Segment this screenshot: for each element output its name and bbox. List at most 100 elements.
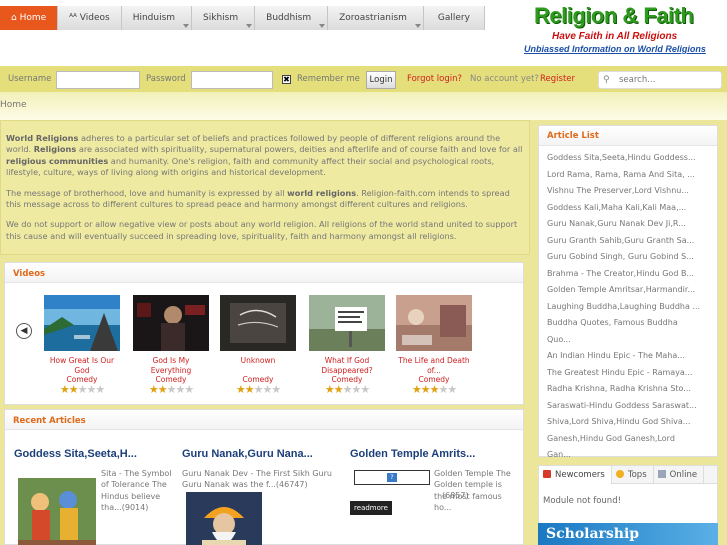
nav-home[interactable]: ⌂ Home — [0, 6, 59, 30]
star-filled-icon[interactable]: ★ — [245, 383, 255, 396]
nav-videos-label: Videos — [79, 13, 110, 23]
star-filled-icon[interactable]: ★ — [60, 383, 70, 396]
article-list-item[interactable]: Vishnu The Preserver,Lord Vishnu... — [539, 183, 717, 200]
video-item[interactable]: God Is My Everything Comedy ★★★★★ — [133, 295, 209, 395]
article-thumbnail[interactable] — [18, 478, 96, 545]
login-button[interactable]: Login — [366, 71, 396, 89]
article-list-item[interactable]: Ganesh,Hindu God Ganesh,Lord — [539, 431, 717, 448]
star-empty-icon[interactable]: ★ — [184, 383, 194, 396]
star-filled-icon[interactable]: ★ — [69, 383, 79, 396]
video-thumbnail[interactable] — [44, 295, 120, 351]
username-input[interactable] — [56, 71, 140, 89]
star-empty-icon[interactable]: ★ — [262, 383, 272, 396]
nav-buddhism[interactable]: Buddhism — [255, 6, 329, 30]
article-list-item[interactable]: The Greatest Hindu Epic - Ramaya... — [539, 365, 717, 382]
article-summary: Sita - The Symbol of Tolerance The Hindu… — [14, 468, 179, 545]
article-list-item[interactable]: Lord Rama, Rama, Rama And Sita, ... — [539, 167, 717, 184]
intro-link-religious-communities[interactable]: religious communities — [6, 156, 108, 166]
video-title[interactable]: The Life and Death of... — [396, 356, 472, 375]
nav-home-label: Home — [19, 13, 47, 23]
star-filled-icon[interactable]: ★ — [334, 383, 344, 396]
nav-zoroastrianism[interactable]: Zoroastrianism — [328, 6, 424, 30]
tab-online[interactable]: Online — [654, 466, 705, 484]
trophy-icon — [615, 470, 624, 478]
tab-content: Module not found! — [543, 496, 622, 506]
nav-gallery[interactable]: Gallery — [423, 6, 485, 30]
video-thumbnail[interactable] — [396, 295, 472, 351]
readmore-button[interactable]: readmore — [350, 501, 392, 515]
video-thumbnail[interactable] — [133, 295, 209, 351]
article-list-item[interactable]: Brahma - The Creator,Hindu God B... — [539, 266, 717, 283]
register-link[interactable]: Register — [540, 74, 575, 84]
video-item[interactable]: Unknown Comedy ★★★★★ — [220, 295, 296, 395]
star-empty-icon[interactable]: ★ — [447, 383, 457, 396]
breadcrumb[interactable]: Home — [0, 100, 27, 110]
article-list-item[interactable]: Guru Granth Sahib,Guru Granth Sa... — [539, 233, 717, 250]
article-list: Goddess Sita,Seeta,Hindu Goddess... Lord … — [539, 146, 717, 480]
article-list-item[interactable]: Gan... — [539, 447, 717, 464]
video-title[interactable]: God Is My Everything — [133, 356, 209, 375]
video-item[interactable]: How Great Is Our God Comedy ★★★★★ — [44, 295, 120, 395]
article-list-item[interactable]: Laughing Buddha,Laughing Buddha ... — [539, 299, 717, 316]
intro-text: World Religions adheres to a particular … — [0, 120, 530, 255]
star-filled-icon[interactable]: ★ — [149, 383, 159, 396]
password-input[interactable] — [191, 71, 273, 89]
forgot-login-link[interactable]: Forgot login? — [407, 74, 462, 84]
article-thumbnail[interactable] — [186, 492, 262, 545]
star-filled-icon[interactable]: ★ — [236, 383, 246, 396]
intro-link-religions[interactable]: Religions — [34, 144, 76, 154]
article-list-item[interactable]: Golden Temple Amritsar,Harmandir... — [539, 282, 717, 299]
star-empty-icon[interactable]: ★ — [175, 383, 185, 396]
star-empty-icon[interactable]: ★ — [438, 383, 448, 396]
star-empty-icon[interactable]: ★ — [271, 383, 281, 396]
article-list-item[interactable]: Quo... — [539, 332, 717, 349]
tab-newcomers[interactable]: Newcomers — [539, 466, 612, 484]
article-list-item[interactable]: An Indian Hindu Epic - The Maha... — [539, 348, 717, 365]
login-bar: Username Password ✖ Remember me Login Fo… — [0, 66, 727, 92]
article-list-item[interactable]: Guru Gobind Singh, Guru Gobind S... — [539, 249, 717, 266]
search-box[interactable]: ⚲ search... — [598, 71, 722, 89]
article-title-link[interactable]: Golden Temple Amrits... — [350, 448, 515, 460]
nav-buddhism-label: Buddhism — [266, 13, 312, 23]
nav-sikhism[interactable]: Sikhism — [192, 6, 256, 30]
search-input[interactable]: search... — [619, 75, 655, 85]
video-title[interactable]: How Great Is Our God — [44, 356, 120, 375]
dropdown-arrow-icon — [319, 24, 326, 28]
star-filled-icon[interactable]: ★ — [421, 383, 431, 396]
video-thumbnail[interactable] — [309, 295, 385, 351]
carousel-prev-button[interactable]: ◀ — [16, 323, 32, 339]
article-list-item[interactable]: Saraswati-Hindu Goddess Saraswat... — [539, 398, 717, 415]
star-empty-icon[interactable]: ★ — [86, 383, 96, 396]
site-logo[interactable]: Religion & Faith Have Faith in All Relig… — [524, 3, 724, 59]
article-list-item[interactable]: Buddha Quotes, Famous Buddha — [539, 315, 717, 332]
nav-videos[interactable]: ᴬᴬ Videos — [58, 6, 122, 30]
star-filled-icon[interactable]: ★ — [325, 383, 335, 396]
article-list-item[interactable]: Guru Nanak,Guru Nanak Dev Ji,R... — [539, 216, 717, 233]
star-filled-icon[interactable]: ★ — [158, 383, 168, 396]
article-list-item[interactable]: Shiva,Lord Shiva,Hindu God Shiva... — [539, 414, 717, 431]
star-empty-icon[interactable]: ★ — [360, 383, 370, 396]
article-title-link[interactable]: Goddess Sita,Seeta,H... — [14, 448, 179, 460]
video-title[interactable]: What If God Disappeared? — [309, 356, 385, 375]
article-list-item[interactable]: Goddess Sita,Seeta,Hindu Goddess... — [539, 150, 717, 167]
star-filled-icon[interactable]: ★ — [412, 383, 422, 396]
star-empty-icon[interactable]: ★ — [95, 383, 105, 396]
recent-articles-panel: Recent Articles Goddess Sita,Seeta,H... … — [4, 409, 524, 545]
intro-link-world-religions-2[interactable]: world religions — [287, 188, 356, 198]
video-thumbnail[interactable] — [220, 295, 296, 351]
nav-hinduism[interactable]: Hinduism — [121, 6, 193, 30]
scholarship-banner[interactable]: Scholarship — [538, 523, 718, 545]
home-icon: ⌂ — [11, 13, 20, 23]
star-empty-icon[interactable]: ★ — [351, 383, 361, 396]
article-list-item[interactable]: Goddess Kali,Maha Kali,Kali Maa,... — [539, 200, 717, 217]
article-summary: Guru Nanak Dev - The First Sikh Guru Gur… — [182, 468, 347, 491]
tab-tops[interactable]: Tops — [612, 466, 654, 484]
remember-checkbox[interactable]: ✖ — [282, 75, 291, 84]
intro-link-world-religions[interactable]: World Religions — [6, 133, 78, 143]
video-title[interactable]: Unknown — [220, 356, 296, 375]
video-item[interactable]: The Life and Death of... Comedy ★★★★★ — [396, 295, 472, 395]
video-item[interactable]: What If God Disappeared? Comedy ★★★★★ — [309, 295, 385, 395]
article-list-item[interactable]: Radha Krishna, Radha Krishna Sto... — [539, 381, 717, 398]
article-title-link[interactable]: Guru Nanak,Guru Nana... — [182, 448, 347, 460]
breadcrumb-bar: Home — [0, 92, 727, 120]
